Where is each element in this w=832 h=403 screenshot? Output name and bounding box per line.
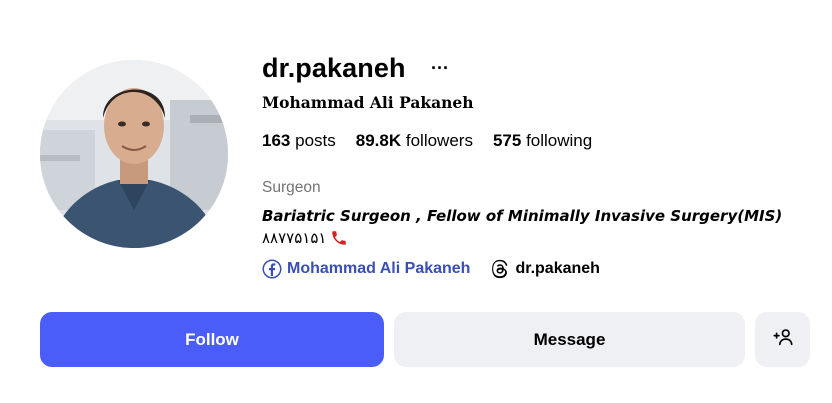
following-count: 575 [492, 131, 522, 150]
profile-full-name: Mohammad Ali Pakaneh [262, 93, 474, 112]
posts-stat: 163 posts [262, 131, 336, 151]
message-button[interactable]: Message [394, 312, 745, 367]
suggested-accounts-button[interactable] [755, 312, 810, 367]
avatar-image [40, 60, 228, 248]
telephone-receiver-icon [330, 229, 348, 247]
posts-label: posts [295, 131, 336, 150]
profile-header: dr.pakaneh ··· Mohammad Ali Pakaneh 163 … [0, 0, 832, 403]
facebook-icon [262, 259, 282, 279]
followers-count: 89.8K [355, 131, 402, 150]
profile-username: dr.pakaneh [262, 53, 406, 83]
add-person-icon [772, 326, 794, 353]
bio-line-2: ۸۸۷۷۵۱۵۱ [262, 229, 348, 247]
threads-icon [490, 259, 510, 279]
more-horizontal-icon: ··· [431, 57, 449, 78]
followers-label: followers [405, 131, 473, 150]
profile-category: Surgeon [262, 179, 321, 196]
threads-link-label: dr.pakaneh [515, 260, 600, 277]
threads-link[interactable]: dr.pakaneh [490, 259, 600, 279]
facebook-link-label: Mohammad Ali Pakaneh [287, 260, 471, 277]
profile-avatar[interactable] [40, 60, 228, 248]
bio-line-1: Bariatric Surgeon , Fellow of Minimally … [262, 207, 783, 225]
followers-stat[interactable]: 89.8K followers [356, 131, 473, 151]
posts-count: 163 [262, 131, 291, 150]
follow-button[interactable]: Follow [40, 312, 384, 367]
following-stat[interactable]: 575 following [493, 131, 592, 151]
bio-phone-number: ۸۸۷۷۵۱۵۱ [262, 230, 327, 247]
more-options-button[interactable]: ··· [428, 56, 452, 80]
profile-stats: 163 posts 89.8K followers 575 following [262, 131, 592, 151]
facebook-link[interactable]: Mohammad Ali Pakaneh [262, 259, 470, 279]
following-label: following [526, 131, 593, 150]
profile-links: Mohammad Ali Pakaneh dr.pakaneh [262, 259, 600, 279]
